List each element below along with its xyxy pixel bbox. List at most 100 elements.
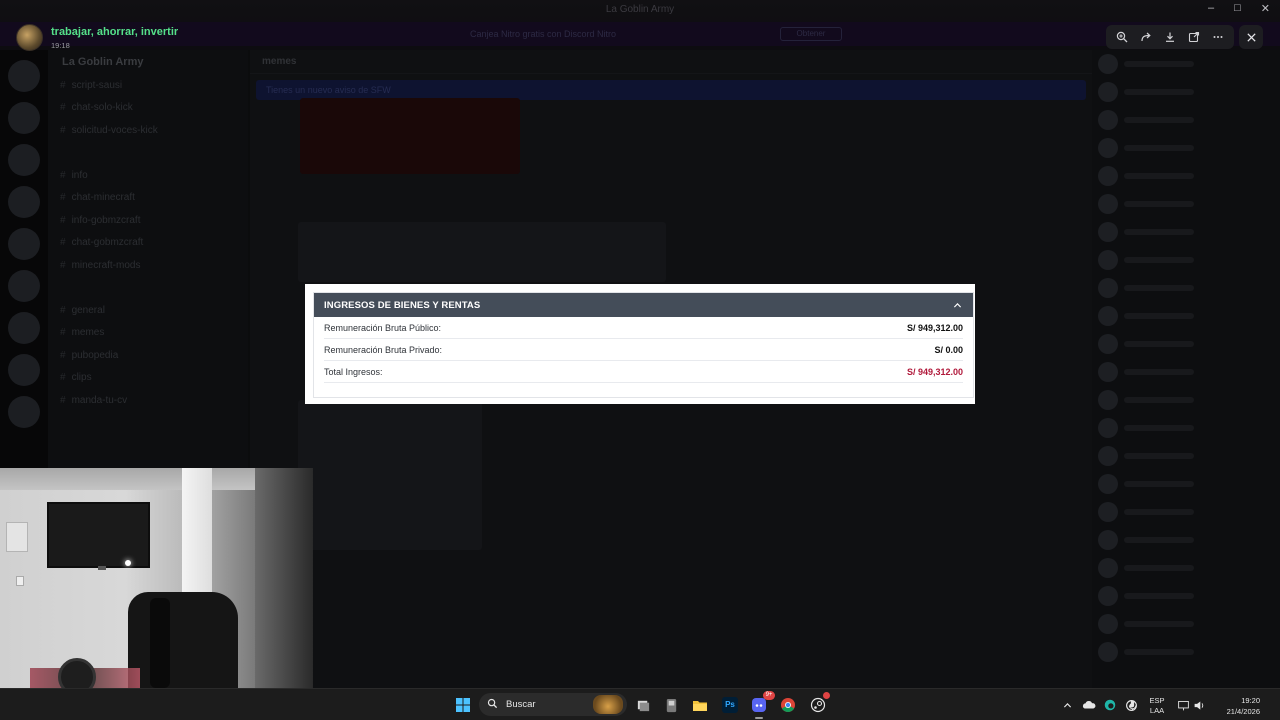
server-icon — [8, 186, 40, 218]
guild-name: La Goblin Army — [62, 56, 144, 68]
chevron-up-tray-icon[interactable] — [1056, 694, 1078, 716]
table-row: Remuneración Bruta Privado: S/ 0.00 — [324, 339, 963, 361]
member — [1092, 526, 1280, 554]
maximize-button[interactable]: □ — [1234, 2, 1241, 15]
member — [1092, 386, 1280, 414]
member — [1092, 162, 1280, 190]
close-icon[interactable] — [1239, 25, 1263, 49]
server-icon — [8, 270, 40, 302]
forward-icon[interactable] — [1137, 28, 1155, 46]
webcam-overlay — [0, 468, 313, 688]
member — [1092, 554, 1280, 582]
chevron-up-icon[interactable] — [951, 299, 963, 311]
zoom-in-icon[interactable] — [1113, 28, 1131, 46]
search-placeholder: Buscar — [506, 699, 536, 710]
income-card: INGRESOS DE BIENES Y RENTAS Remuneración… — [313, 292, 974, 398]
search-highlight-image — [593, 695, 623, 714]
window-controls: – □ ✕ — [1208, 2, 1270, 15]
taskbar: Buscar Ps 9+ ESP LAA 19:20 21/4/2026 — [0, 688, 1280, 720]
table-row: Remuneración Bruta Público: S/ 949,312.0… — [324, 317, 963, 339]
onedrive-icon[interactable] — [1078, 694, 1100, 716]
photoshop-icon[interactable]: Ps — [719, 694, 741, 716]
member — [1092, 274, 1280, 302]
channel-item: # info — [60, 169, 88, 181]
channel-category — [48, 142, 248, 164]
file-explorer-icon[interactable] — [689, 694, 711, 716]
channel-item: # manda-tu-cv — [60, 394, 128, 406]
channel-item: # minecraft-mods — [60, 259, 141, 271]
row-label: Total Ingresos: — [324, 366, 383, 377]
row-value: S/ 0.00 — [934, 344, 963, 355]
taskbar-search[interactable]: Buscar — [479, 693, 627, 716]
server-icon — [8, 396, 40, 428]
total-value: S/ 949,312.00 — [906, 366, 963, 377]
windows-start-icon[interactable] — [452, 694, 474, 716]
download-icon[interactable] — [1161, 28, 1179, 46]
task-view-icon[interactable] — [632, 694, 654, 716]
row-value: S/ 949,312.00 — [906, 322, 963, 333]
member — [1092, 498, 1280, 526]
member — [1092, 358, 1280, 386]
uploader-name[interactable]: trabajar, ahorrar, invertir — [51, 26, 178, 38]
volume-icon[interactable] — [1188, 694, 1210, 716]
member — [1092, 330, 1280, 358]
section-title: INGRESOS DE BIENES Y RENTAS — [324, 299, 481, 311]
avatar[interactable] — [16, 24, 43, 51]
member — [1092, 246, 1280, 274]
gaming-chair — [128, 592, 238, 688]
row-label: Remuneración Bruta Público: — [324, 322, 442, 333]
member — [1092, 218, 1280, 246]
screen: La Goblin Army # script-sausi # chat-solo-… — [0, 0, 1280, 720]
terminal-icon[interactable] — [660, 694, 682, 716]
chrome-icon[interactable] — [777, 694, 799, 716]
member-list — [1092, 50, 1280, 688]
viewer-toolbar — [1106, 25, 1234, 49]
notification-dot — [823, 692, 830, 699]
total-row: Total Ingresos: S/ 949,312.00 — [324, 361, 963, 383]
member — [1092, 190, 1280, 218]
window-close-button[interactable]: ✕ — [1261, 2, 1270, 15]
clock-time: 19:20 — [1241, 696, 1260, 705]
discord-icon[interactable]: 9+ — [748, 691, 775, 719]
banner-button[interactable]: Obtener — [780, 27, 842, 41]
language-indicator[interactable]: ESP LAA — [1146, 696, 1168, 716]
server-icon — [8, 60, 40, 92]
minimize-button[interactable]: – — [1208, 2, 1214, 15]
member — [1092, 638, 1280, 666]
server-icon — [8, 354, 40, 386]
image-viewer-header: La Goblin Army – □ ✕ Canjea Nitro gratis… — [0, 0, 1280, 51]
member — [1092, 470, 1280, 498]
banner-text: Canjea Nitro gratis con Discord Nitro — [470, 29, 617, 39]
system-clock[interactable]: 19:20 21/4/2026 — [1208, 695, 1260, 717]
search-icon — [487, 696, 498, 714]
member — [1092, 442, 1280, 470]
channel-item: # general — [60, 304, 105, 316]
wall-poster — [6, 522, 28, 552]
channel-item: # clips — [60, 372, 92, 384]
server-icon — [8, 144, 40, 176]
steam-icon[interactable] — [807, 692, 830, 716]
channel-item: # script-sausi — [60, 79, 123, 91]
member — [1092, 414, 1280, 442]
enlarged-image: INGRESOS DE BIENES Y RENTAS Remuneración… — [305, 284, 975, 404]
wall-outlet — [16, 576, 24, 586]
wall-tv — [47, 502, 150, 568]
member — [1092, 50, 1280, 78]
channel-category — [48, 277, 248, 299]
member — [1092, 78, 1280, 106]
channel-item: # memes — [60, 327, 105, 339]
channel-item: # solicitud-voces-kick — [60, 124, 158, 136]
microphone-icon[interactable] — [1121, 694, 1143, 716]
dimmed-video — [298, 400, 482, 550]
upload-time: 19:18 — [51, 41, 70, 50]
member — [1092, 610, 1280, 638]
income-rows: Remuneración Bruta Público: S/ 949,312.0… — [314, 317, 973, 383]
clock-date: 21/4/2026 — [1226, 707, 1260, 716]
open-external-icon[interactable] — [1185, 28, 1203, 46]
edge-icon[interactable] — [1099, 694, 1121, 716]
card-header: INGRESOS DE BIENES Y RENTAS — [314, 293, 973, 317]
member — [1092, 582, 1280, 610]
channel-header: memes — [250, 50, 1092, 74]
more-icon[interactable] — [1209, 28, 1227, 46]
floor-fan — [58, 658, 96, 688]
